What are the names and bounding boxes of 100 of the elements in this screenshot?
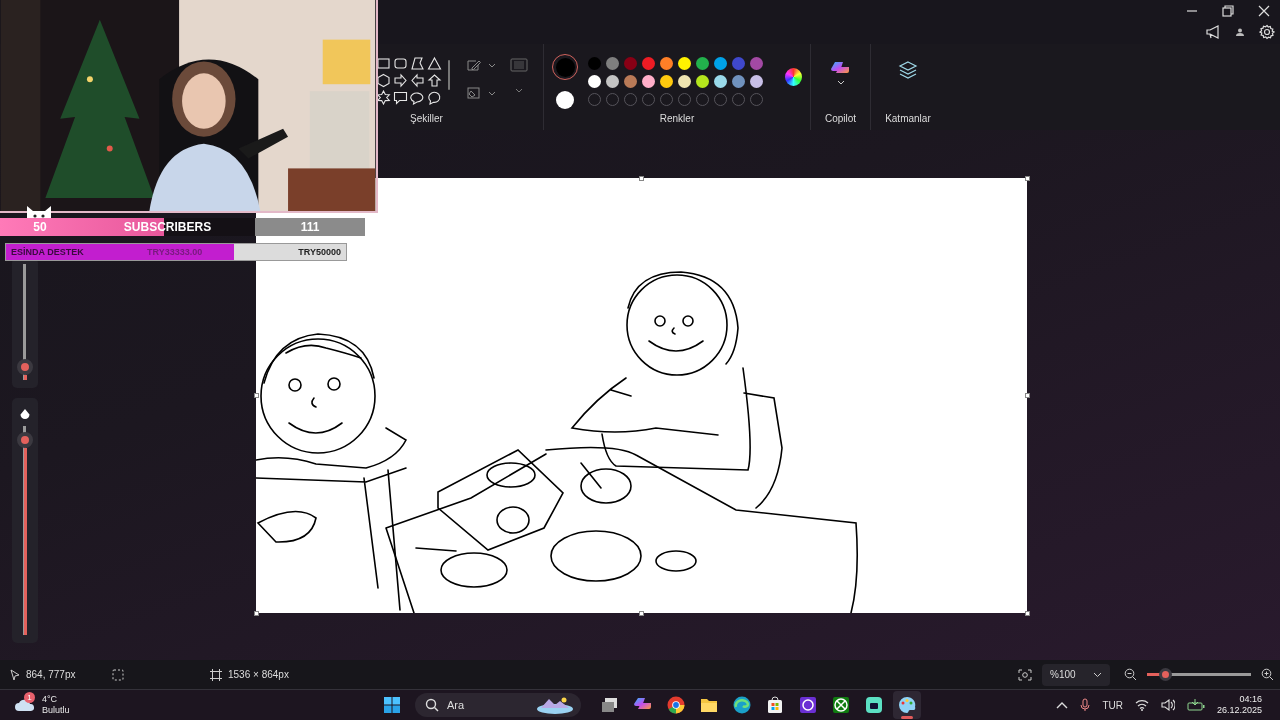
color-swatch[interactable] [750,57,763,70]
color-swatch[interactable] [606,75,619,88]
store-bag-icon[interactable] [765,695,785,715]
app-icon[interactable] [798,695,818,715]
copilot-button[interactable]: Copilot [819,44,863,130]
slider-fill [23,375,27,380]
fill-bucket-icon[interactable] [466,86,482,100]
notification-badge: 1 [24,692,35,703]
slider-thumb[interactable] [17,359,33,375]
left-arrow-shape-icon[interactable] [410,73,425,88]
rectangle-callout-shape-icon[interactable] [393,90,408,105]
canvas-size: 1536 × 864px [228,669,289,680]
clock[interactable]: 04:16 26.12.2025 [1216,694,1262,716]
wifi-icon[interactable] [1134,699,1149,711]
cursor-position: 864, 777px [26,669,76,680]
color-swatch[interactable] [732,75,745,88]
copilot-icon [829,60,852,86]
rectangle-shape-icon[interactable] [376,56,391,71]
star-shape-icon[interactable] [376,90,391,105]
app-icon[interactable] [864,695,884,715]
drawing-canvas[interactable] [256,178,1027,613]
rounded-rectangle-shape-icon[interactable] [393,56,408,71]
color-swatch[interactable] [642,75,655,88]
resize-handle[interactable] [639,175,644,181]
caret-icon[interactable] [488,90,496,96]
chevron-icon [1093,671,1102,678]
slider-fill [1147,673,1159,676]
color-swatch[interactable] [642,57,655,70]
volume-icon[interactable] [1160,699,1175,711]
megaphone-icon[interactable] [1205,25,1221,39]
resize-handle[interactable] [253,610,259,616]
resize-handle[interactable] [1024,175,1030,181]
search-input[interactable]: Ara [447,699,527,711]
microphone-icon[interactable] [1080,698,1091,712]
donation-label: ESİNDA DESTEK [11,247,85,257]
group-label: Renkler [658,113,696,124]
search-bar[interactable]: Ara [415,693,581,717]
color-swatch[interactable] [696,57,709,70]
color-swatch[interactable] [624,75,637,88]
resize-handle[interactable] [1024,610,1030,616]
resize-handle[interactable] [1024,393,1030,398]
xbox-icon[interactable] [831,695,851,715]
color-swatch[interactable] [588,75,601,88]
hexagon-shape-icon[interactable] [376,73,391,88]
color-swatch[interactable] [732,57,745,70]
polygon-shape-icon[interactable] [410,56,425,71]
color-swatch[interactable] [678,75,691,88]
group-label: Şekiller [409,113,444,124]
up-arrow-shape-icon[interactable] [427,73,442,88]
caret-icon[interactable] [515,88,523,93]
layers-button[interactable]: Katmanlar [879,44,937,130]
weather-condition: Bulutlu [42,705,70,716]
language-indicator[interactable]: TUR [1102,699,1123,711]
cloud-icon[interactable] [14,698,36,712]
color-swatch[interactable] [714,75,727,88]
restore-icon[interactable] [1222,4,1234,17]
landscape-icon [535,695,575,715]
color-swatch[interactable] [696,75,709,88]
primary-color-swatch[interactable] [555,57,575,77]
outline-pen-icon[interactable] [466,58,482,72]
layers-icon [897,60,918,80]
caret-icon[interactable] [488,62,496,68]
start-icon[interactable] [382,695,402,715]
donation-target: TRY50000 [298,247,341,257]
color-swatch[interactable] [750,75,763,88]
subscriber-target: 111 [299,220,321,234]
resize-handle[interactable] [639,610,644,616]
zoom-dropdown[interactable]: %100 [1042,663,1110,686]
browser-swirl-icon[interactable] [732,695,752,715]
color-swatch[interactable] [606,57,619,70]
color-swatch[interactable] [714,57,727,70]
chevron-up-icon[interactable] [1056,701,1069,709]
right-arrow-shape-icon[interactable] [393,73,408,88]
avatar-icon[interactable] [1235,27,1245,37]
cloud-callout-shape-icon[interactable] [427,90,442,105]
settings-icon[interactable] [1259,24,1275,40]
close-icon[interactable] [1258,4,1270,17]
triangle-shape-icon[interactable] [427,56,442,71]
color-swatch[interactable] [660,57,673,70]
zoom-out-icon[interactable] [1124,668,1137,681]
color-swatch[interactable] [588,57,601,70]
search-icon [425,698,439,712]
battery-charging-icon[interactable] [1186,699,1205,711]
pointer-icon [10,668,20,681]
slider-thumb[interactable] [17,431,33,448]
color-swatch[interactable] [660,75,673,88]
color-swatch[interactable] [624,57,637,70]
color-swatch[interactable] [678,57,691,70]
browser-logo-icon[interactable] [666,695,686,715]
canvas-size-icon [210,668,222,681]
slider-thumb[interactable] [1158,668,1172,681]
color-wheel-icon[interactable] [785,68,802,86]
resize-handle[interactable] [253,393,259,398]
zoom-in-icon[interactable] [1261,668,1274,681]
oval-callout-shape-icon[interactable] [410,90,425,105]
task-view-icon[interactable] [600,695,620,715]
fit-to-window-icon[interactable] [1018,668,1032,681]
scrollbar-thumb[interactable] [448,60,450,90]
temperature: 4°C [42,694,59,705]
secondary-color-swatch[interactable] [556,91,574,109]
